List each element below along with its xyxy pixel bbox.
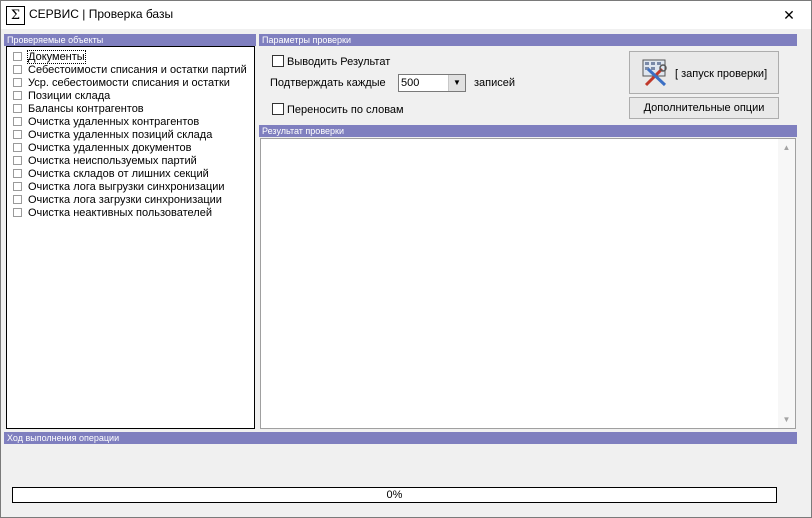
scroll-down-icon[interactable]: ▼ <box>778 411 795 428</box>
tools-icon <box>642 59 667 87</box>
progress-panel-header: Ход выполнения операции <box>4 432 797 444</box>
checklist-item[interactable]: Очистка неиспользуемых партий <box>13 155 197 168</box>
output-result-checkbox[interactable] <box>272 55 284 67</box>
result-scrollbar[interactable]: ▲ ▼ <box>778 139 795 428</box>
objects-checklist: Документы Себестоимости списания и остат… <box>6 46 255 429</box>
checkbox[interactable] <box>13 169 22 178</box>
checkbox[interactable] <box>13 78 22 87</box>
checklist-item-label: Позиции склада <box>28 90 111 102</box>
checkbox[interactable] <box>13 208 22 217</box>
additional-options-button[interactable]: Дополнительные опции <box>629 97 779 119</box>
checkbox[interactable] <box>13 52 22 61</box>
objects-panel-header: Проверяемые объекты <box>4 34 256 46</box>
word-wrap-checkbox-row[interactable]: Переносить по словам <box>272 103 404 116</box>
checklist-item[interactable]: Балансы контрагентов <box>13 103 144 116</box>
result-textarea[interactable]: ▲ ▼ <box>260 138 796 429</box>
confirm-every-label: Подтверждать каждые <box>270 77 386 89</box>
progress-text: 0% <box>386 489 403 501</box>
confirm-every-select[interactable]: 500 ▼ <box>398 74 466 92</box>
run-check-button[interactable]: [ запуск проверки] <box>629 51 779 94</box>
checklist-item[interactable]: Очистка удаленных контрагентов <box>13 116 199 129</box>
sigma-app-icon: Σ <box>6 6 25 25</box>
checklist-item[interactable]: Очистка удаленных позиций склада <box>13 129 212 142</box>
checkbox[interactable] <box>13 65 22 74</box>
checklist-item[interactable]: Очистка складов от лишних секций <box>13 168 209 181</box>
checkbox[interactable] <box>13 117 22 126</box>
checklist-item-label: Очистка удаленных контрагентов <box>28 116 200 128</box>
checklist-item-label: Очистка неактивных пользователей <box>28 207 212 219</box>
checklist-item[interactable]: Очистка неактивных пользователей <box>13 207 212 220</box>
checklist-item-label: Себестоимости списания и остатки партий <box>28 64 247 76</box>
checklist-item-label: Очистка складов от лишних секций <box>28 168 209 180</box>
checklist-item[interactable]: Очистка удаленных документов <box>13 142 192 155</box>
checkbox[interactable] <box>13 104 22 113</box>
output-result-label: Выводить Результат <box>287 56 391 68</box>
checklist-item-label: Очистка неиспользуемых партий <box>28 155 197 167</box>
checklist-item-documents[interactable]: Документы <box>13 50 86 64</box>
checklist-item-label: Балансы контрагентов <box>28 103 144 115</box>
chevron-down-icon[interactable]: ▼ <box>448 75 465 91</box>
checklist-item-label: Очистка удаленных позиций склада <box>28 129 213 141</box>
title-bar[interactable]: Σ СЕРВИС | Проверка базы ✕ <box>1 1 811 29</box>
scroll-up-icon[interactable]: ▲ <box>778 139 795 156</box>
close-button[interactable]: ✕ <box>767 1 811 29</box>
checklist-item[interactable]: Очистка лога выгрузки синхронизации <box>13 181 225 194</box>
word-wrap-checkbox[interactable] <box>272 103 284 115</box>
run-check-label: [ запуск проверки] <box>675 68 768 80</box>
word-wrap-label: Переносить по словам <box>287 104 404 116</box>
records-label: записей <box>474 77 516 89</box>
checklist-item-label: Уср. себестоимости списания и остатки <box>28 77 230 89</box>
checklist-item-label: Очистка лога загрузки синхронизации <box>28 194 222 206</box>
checkbox[interactable] <box>13 156 22 165</box>
window-title: СЕРВИС | Проверка базы <box>29 7 174 21</box>
progress-bar: 0% <box>12 487 777 503</box>
output-result-checkbox-row[interactable]: Выводить Результат <box>272 55 390 68</box>
checklist-item-label: Документы <box>27 50 86 64</box>
params-panel-header: Параметры проверки <box>259 34 797 46</box>
checkbox[interactable] <box>13 91 22 100</box>
result-panel-header: Результат проверки <box>259 125 797 137</box>
checklist-item[interactable]: Позиции склада <box>13 90 110 103</box>
checklist-item[interactable]: Очистка лога загрузки синхронизации <box>13 194 222 207</box>
checkbox[interactable] <box>13 130 22 139</box>
checklist-item[interactable]: Уср. себестоимости списания и остатки <box>13 77 230 90</box>
checkbox[interactable] <box>13 143 22 152</box>
main-window: Σ СЕРВИС | Проверка базы ✕ Проверяемые о… <box>0 0 812 518</box>
checkbox[interactable] <box>13 195 22 204</box>
checklist-item-label: Очистка лога выгрузки синхронизации <box>28 181 225 193</box>
checkbox[interactable] <box>13 182 22 191</box>
checklist-item-label: Очистка удаленных документов <box>28 142 192 154</box>
confirm-every-value: 500 <box>401 77 420 89</box>
checklist-item[interactable]: Себестоимости списания и остатки партий <box>13 64 247 77</box>
